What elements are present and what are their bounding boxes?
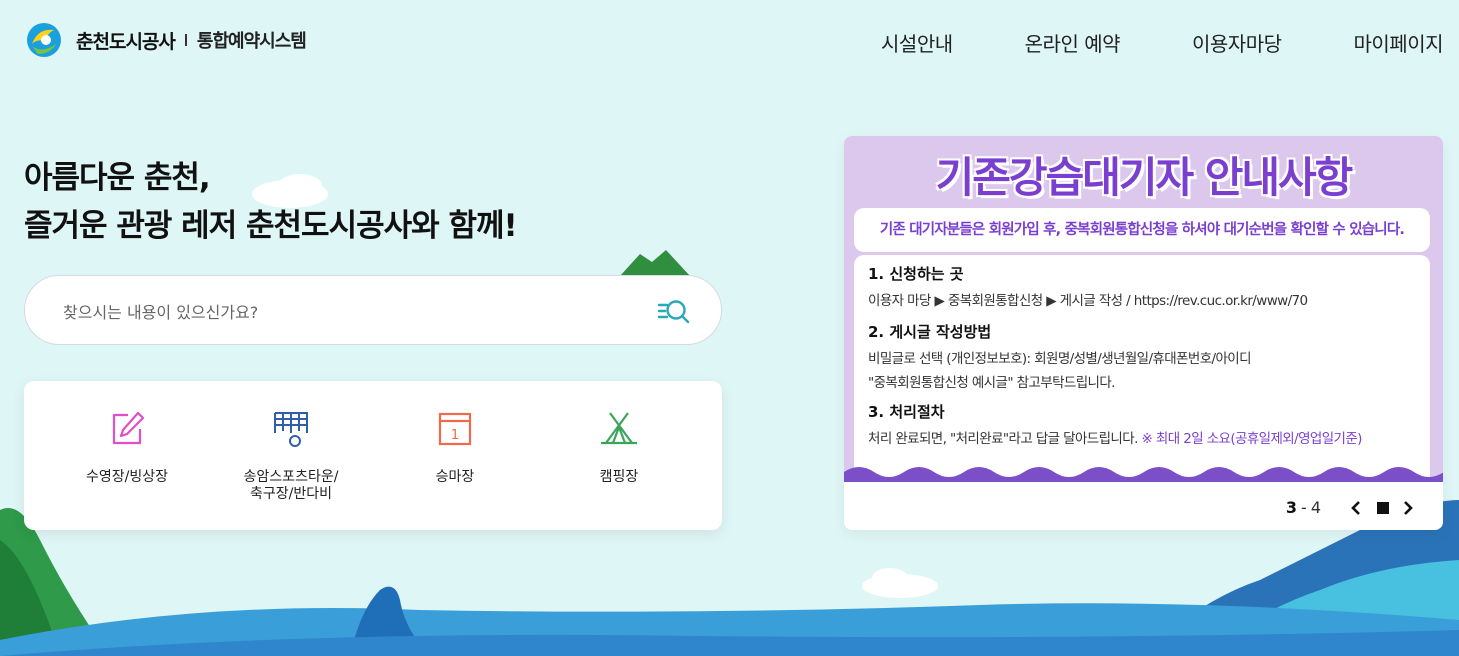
slider-pager: 3 - 4 — [1286, 498, 1415, 517]
facility-swimming-ice[interactable]: 수영장/빙상장 — [42, 409, 212, 486]
notice-process-text: 처리 완료되면, "처리완료"라고 답글 달아드립니다. — [868, 431, 1138, 447]
prev-icon[interactable] — [1349, 500, 1363, 516]
facility-menu: 수영장/빙상장 송암스포츠타운/ 축구장/반다비 1 승마장 캠핑장 — [24, 381, 722, 530]
notice-section-line: 이용자 마당 ▶ 중복회원통합신청 ▶ 게시글 작성 / https://rev… — [868, 293, 1308, 309]
notice-slider: 기존강습대기자 안내사항 기존 대기자분들은 회원가입 후, 중복회원통합신청을… — [844, 136, 1443, 530]
soccer-goal-icon — [274, 412, 308, 447]
notice-subtitle: 기존 대기자분들은 회원가입 후, 중복회원통합신청을 하셔야 대기순번을 확인… — [854, 208, 1430, 252]
pager-total: 4 — [1310, 498, 1321, 517]
notice-section-head: 3. 처리절차 — [868, 403, 945, 421]
nav-online-reservation[interactable]: 온라인 예약 — [1025, 28, 1121, 57]
pager-current: 3 — [1285, 498, 1298, 517]
notice-section-line: "중복회원통합신청 예시글" 참고부탁드립니다. — [868, 375, 1115, 391]
facility-label: 수영장/빙상장 — [86, 469, 168, 485]
hero-line-1: 아름다운 춘천, — [24, 160, 211, 196]
logo-divider — [184, 34, 187, 46]
site-header: 춘천도시공사 통합예약시스템 시설안내 온라인 예약 이용자마당 마이페이지 — [0, 0, 1459, 82]
nav-my-page[interactable]: 마이페이지 — [1354, 28, 1444, 57]
search-input[interactable] — [61, 298, 625, 326]
nav-facility-info[interactable]: 시설안내 — [881, 28, 953, 57]
notice-section-head: 2. 게시글 작성방법 — [868, 323, 992, 341]
svg-text:1: 1 — [451, 428, 459, 443]
stop-icon[interactable] — [1377, 501, 1389, 514]
calendar-icon: 1 — [438, 412, 472, 446]
edit-icon — [112, 411, 145, 445]
facility-camping[interactable]: 캠핑장 — [534, 409, 704, 486]
notice-body: 1. 신청하는 곳 이용자 마당 ▶ 중복회원통합신청 ▶ 게시글 작성 / h… — [854, 255, 1430, 481]
facility-label: 송암스포츠타운/ 축구장/반다비 — [243, 469, 339, 502]
hero-line-2: 즐거운 관광 레저 춘천도시공사와 함께! — [24, 208, 518, 244]
main-nav: 시설안내 온라인 예약 이용자마당 마이페이지 — [809, 28, 1443, 57]
hero-title: 아름다운 춘천, 즐거운 관광 레저 춘천도시공사와 함께! — [24, 154, 518, 250]
search-icon[interactable] — [657, 296, 691, 326]
logo-name: 춘천도시공사 — [76, 30, 176, 53]
facility-label: 승마장 — [435, 469, 475, 485]
logo-icon — [27, 23, 61, 57]
notice-section-line: 처리 완료되면, "처리완료"라고 답글 달아드립니다. ※ 최대 2일 소요(… — [868, 427, 1362, 447]
logo-subtitle: 통합예약시스템 — [196, 31, 307, 52]
notice-banner[interactable]: 기존강습대기자 안내사항 기존 대기자분들은 회원가입 후, 중복회원통합신청을… — [844, 136, 1443, 482]
facility-horse-riding[interactable]: 1 승마장 — [370, 409, 540, 486]
notice-highlight: ※ 최대 2일 소요(공휴일제외/영업일기준) — [1141, 431, 1362, 447]
notice-section-head: 1. 신청하는 곳 — [868, 265, 964, 283]
facility-label: 캠핑장 — [599, 469, 639, 485]
search-bar — [24, 275, 722, 345]
notice-section-line: 비밀글로 선택 (개인정보보호): 회원명/성별/생년월일/휴대폰번호/아이디 — [868, 351, 1252, 367]
tent-icon — [601, 412, 637, 445]
pager-separator: - — [1301, 498, 1307, 517]
notice-headline: 기존강습대기자 안내사항 — [935, 153, 1354, 202]
facility-songam-sports[interactable]: 송암스포츠타운/ 축구장/반다비 — [206, 409, 376, 503]
site-logo[interactable]: 춘천도시공사 통합예약시스템 — [24, 22, 307, 58]
nav-user-board[interactable]: 이용자마당 — [1192, 28, 1282, 57]
next-icon[interactable] — [1401, 500, 1415, 516]
wave-border — [844, 467, 1443, 482]
